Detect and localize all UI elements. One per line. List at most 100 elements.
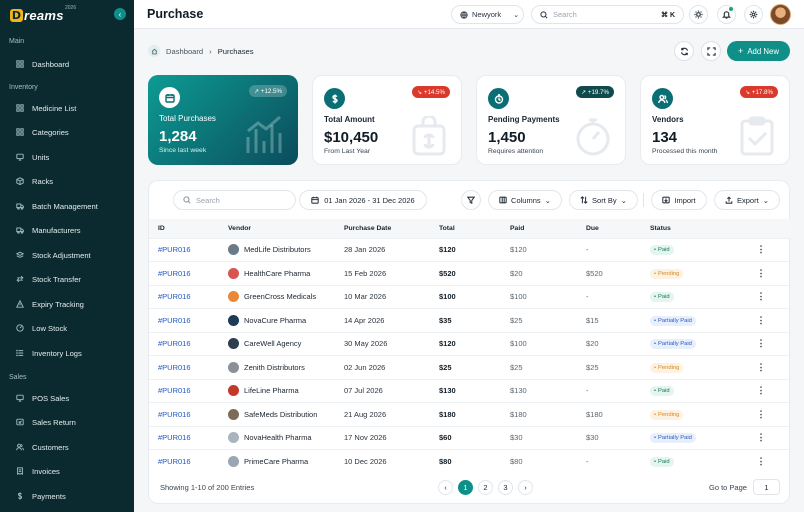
add-new-button[interactable]: + Add New bbox=[727, 41, 790, 61]
sidebar-item-stock-transfer[interactable]: Stock Transfer bbox=[16, 271, 128, 287]
sidebar-item-expiry-tracking[interactable]: Expiry Tracking bbox=[16, 296, 128, 312]
sidebar-item-low-stock[interactable]: Low Stock bbox=[16, 320, 128, 336]
table-row[interactable]: #PUR016 LifeLine Pharma 07 Jul 2026 $130… bbox=[149, 379, 791, 403]
stat-card-total-amount[interactable]: ↘ +14.5% Total Amount $10,450 From Last … bbox=[312, 75, 462, 165]
trend-badge: ↘ +14.5% bbox=[411, 86, 450, 98]
row-actions-button[interactable]: ⋮ bbox=[731, 450, 791, 474]
home-icon[interactable] bbox=[148, 45, 160, 57]
row-actions-button[interactable]: ⋮ bbox=[731, 403, 791, 427]
column-header[interactable]: Paid bbox=[510, 219, 586, 238]
vendor-cell: NovaCure Pharma bbox=[228, 314, 344, 326]
sidebar-item-invoices[interactable]: Invoices bbox=[16, 463, 128, 479]
sidebar-item-manufacturers[interactable]: Manufacturers bbox=[16, 222, 128, 238]
column-header[interactable]: Due bbox=[586, 219, 650, 238]
purchase-id-link[interactable]: #PUR016 bbox=[149, 332, 228, 356]
row-actions-button[interactable]: ⋮ bbox=[731, 309, 791, 333]
location-select[interactable]: Newyork ⌄ bbox=[451, 5, 524, 24]
row-actions-button[interactable]: ⋮ bbox=[731, 379, 791, 403]
purchase-id-link[interactable]: #PUR016 bbox=[149, 309, 228, 333]
stopwatch-icon bbox=[576, 118, 610, 156]
purchase-id-link[interactable]: #PUR016 bbox=[149, 426, 228, 450]
pagination-page-3[interactable]: 3 bbox=[498, 480, 513, 495]
row-actions-button[interactable]: ⋮ bbox=[731, 285, 791, 309]
row-actions-button[interactable]: ⋮ bbox=[731, 356, 791, 380]
table-row[interactable]: #PUR016 MedLife Distributors 28 Jan 2026… bbox=[149, 238, 791, 262]
notifications-button[interactable] bbox=[717, 5, 736, 24]
stat-card-vendors[interactable]: ↘ +17.8% Vendors 134 Processed this mont… bbox=[640, 75, 790, 165]
sidebar-item-dashboard[interactable]: Dashboard bbox=[16, 56, 128, 72]
columns-label: Columns bbox=[511, 195, 541, 205]
global-search-input[interactable]: Search ⌘ K bbox=[531, 5, 684, 24]
sidebar-item-stock-adjustment[interactable]: Stock Adjustment bbox=[16, 247, 128, 263]
fullscreen-button[interactable] bbox=[701, 41, 721, 61]
purchase-id-link[interactable]: #PUR016 bbox=[149, 450, 228, 474]
purchase-id-link[interactable]: #PUR016 bbox=[149, 403, 228, 427]
sidebar: D reams 2026 ‹ Main Dashboard Inventory Med… bbox=[0, 0, 134, 512]
sidebar-item-sales-return[interactable]: Sales Return bbox=[16, 414, 128, 430]
pagination-prev-button[interactable]: ‹ bbox=[438, 480, 453, 495]
sidebar-item-units[interactable]: Units bbox=[16, 149, 128, 165]
table-row[interactable]: #PUR016 PrimeCare Pharma 10 Dec 2026 $80… bbox=[149, 449, 791, 474]
stat-card-pending-payments[interactable]: ↗ +19.7% Pending Payments 1,450 Requires… bbox=[476, 75, 626, 165]
table-row[interactable]: #PUR016 NovaCure Pharma 14 Apr 2026 $35 … bbox=[149, 308, 791, 333]
table-row[interactable]: #PUR016 SafeMeds Distribution 21 Aug 202… bbox=[149, 402, 791, 427]
column-header[interactable]: Vendor bbox=[228, 219, 344, 238]
column-header[interactable]: Status bbox=[650, 219, 731, 238]
columns-button[interactable]: Columns ⌄ bbox=[488, 190, 562, 210]
brand-logo[interactable]: D reams 2026 bbox=[10, 5, 76, 23]
column-header[interactable]: Purchase Date bbox=[344, 219, 439, 238]
sidebar-item-inventory-logs[interactable]: Inventory Logs bbox=[16, 345, 128, 361]
sidebar-item-payments[interactable]: Payments bbox=[16, 488, 128, 504]
table-row[interactable]: #PUR016 HealthCare Pharma 15 Feb 2026 $5… bbox=[149, 261, 791, 286]
sidebar-collapse-button[interactable]: ‹ bbox=[114, 8, 126, 20]
user-avatar[interactable] bbox=[770, 4, 791, 25]
search-icon bbox=[540, 10, 548, 19]
vendor-name: HealthCare Pharma bbox=[244, 268, 311, 278]
sidebar-item-pos-sales[interactable]: POS Sales bbox=[16, 390, 128, 406]
column-header[interactable]: Total bbox=[439, 219, 510, 238]
pagination-page-2[interactable]: 2 bbox=[478, 480, 493, 495]
stat-card-total-purchases[interactable]: ↗ +12.5% Total Purchases 1,284 Since las… bbox=[148, 75, 298, 165]
purchase-id-link[interactable]: #PUR016 bbox=[149, 379, 228, 403]
pagination-next-button[interactable]: › bbox=[518, 480, 533, 495]
goto-page-input[interactable]: 1 bbox=[753, 479, 780, 495]
table-row[interactable]: #PUR016 CareWell Agency 30 May 2026 $120… bbox=[149, 332, 791, 356]
purchase-paid: $25 bbox=[510, 315, 523, 325]
settings-button[interactable] bbox=[744, 5, 763, 24]
sidebar-item-medicine-list[interactable]: Medicine List bbox=[16, 100, 128, 116]
sidebar-item-customers[interactable]: Customers bbox=[16, 439, 128, 455]
sidebar-item-categories[interactable]: Categories bbox=[16, 124, 128, 140]
purchase-id-link[interactable]: #PUR016 bbox=[149, 238, 228, 262]
refresh-button[interactable] bbox=[674, 41, 694, 61]
table-search-input[interactable]: Search bbox=[173, 190, 296, 210]
sidebar-item-racks[interactable]: Racks bbox=[16, 173, 128, 189]
stat-card-value: 134 bbox=[652, 129, 678, 146]
sort-label: Sort By bbox=[592, 195, 617, 205]
table-row[interactable]: #PUR016 Zenith Distributors 02 Jun 2026 … bbox=[149, 355, 791, 380]
pagination-page-1[interactable]: 1 bbox=[458, 480, 473, 495]
export-button[interactable]: Export ⌄ bbox=[714, 190, 780, 210]
date-range-picker[interactable]: 01 Jan 2026 - 31 Dec 2026 bbox=[299, 190, 427, 210]
row-actions-button[interactable]: ⋮ bbox=[731, 332, 791, 356]
row-actions-button[interactable]: ⋮ bbox=[731, 262, 791, 286]
purchase-id-link[interactable]: #PUR016 bbox=[149, 356, 228, 380]
purchase-id-link[interactable]: #PUR016 bbox=[149, 285, 228, 309]
sort-button[interactable]: Sort By ⌄ bbox=[569, 190, 638, 210]
breadcrumb-root[interactable]: Dashboard bbox=[166, 47, 203, 56]
theme-toggle-button[interactable] bbox=[689, 5, 708, 24]
column-header-actions bbox=[731, 219, 791, 238]
stat-card-label: Total Amount bbox=[324, 115, 375, 124]
import-button[interactable]: Import bbox=[651, 190, 707, 210]
purchase-paid: $120 bbox=[510, 245, 527, 255]
row-actions-button[interactable]: ⋮ bbox=[731, 426, 791, 450]
vendor-cell: SafeMeds Distribution bbox=[228, 408, 344, 420]
sidebar-item-batch-management[interactable]: Batch Management bbox=[16, 198, 128, 214]
box-icon bbox=[16, 177, 24, 185]
row-actions-button[interactable]: ⋮ bbox=[731, 238, 791, 262]
table-row[interactable]: #PUR016 GreenCross Medicals 10 Mar 2026 … bbox=[149, 285, 791, 309]
purchase-id-link[interactable]: #PUR016 bbox=[149, 262, 228, 286]
column-header[interactable]: ID bbox=[149, 219, 228, 238]
table-row[interactable]: #PUR016 NovaHealth Pharma 17 Nov 2026 $6… bbox=[149, 426, 791, 450]
filter-button[interactable] bbox=[461, 190, 481, 210]
purchase-date: 10 Dec 2026 bbox=[344, 457, 387, 466]
